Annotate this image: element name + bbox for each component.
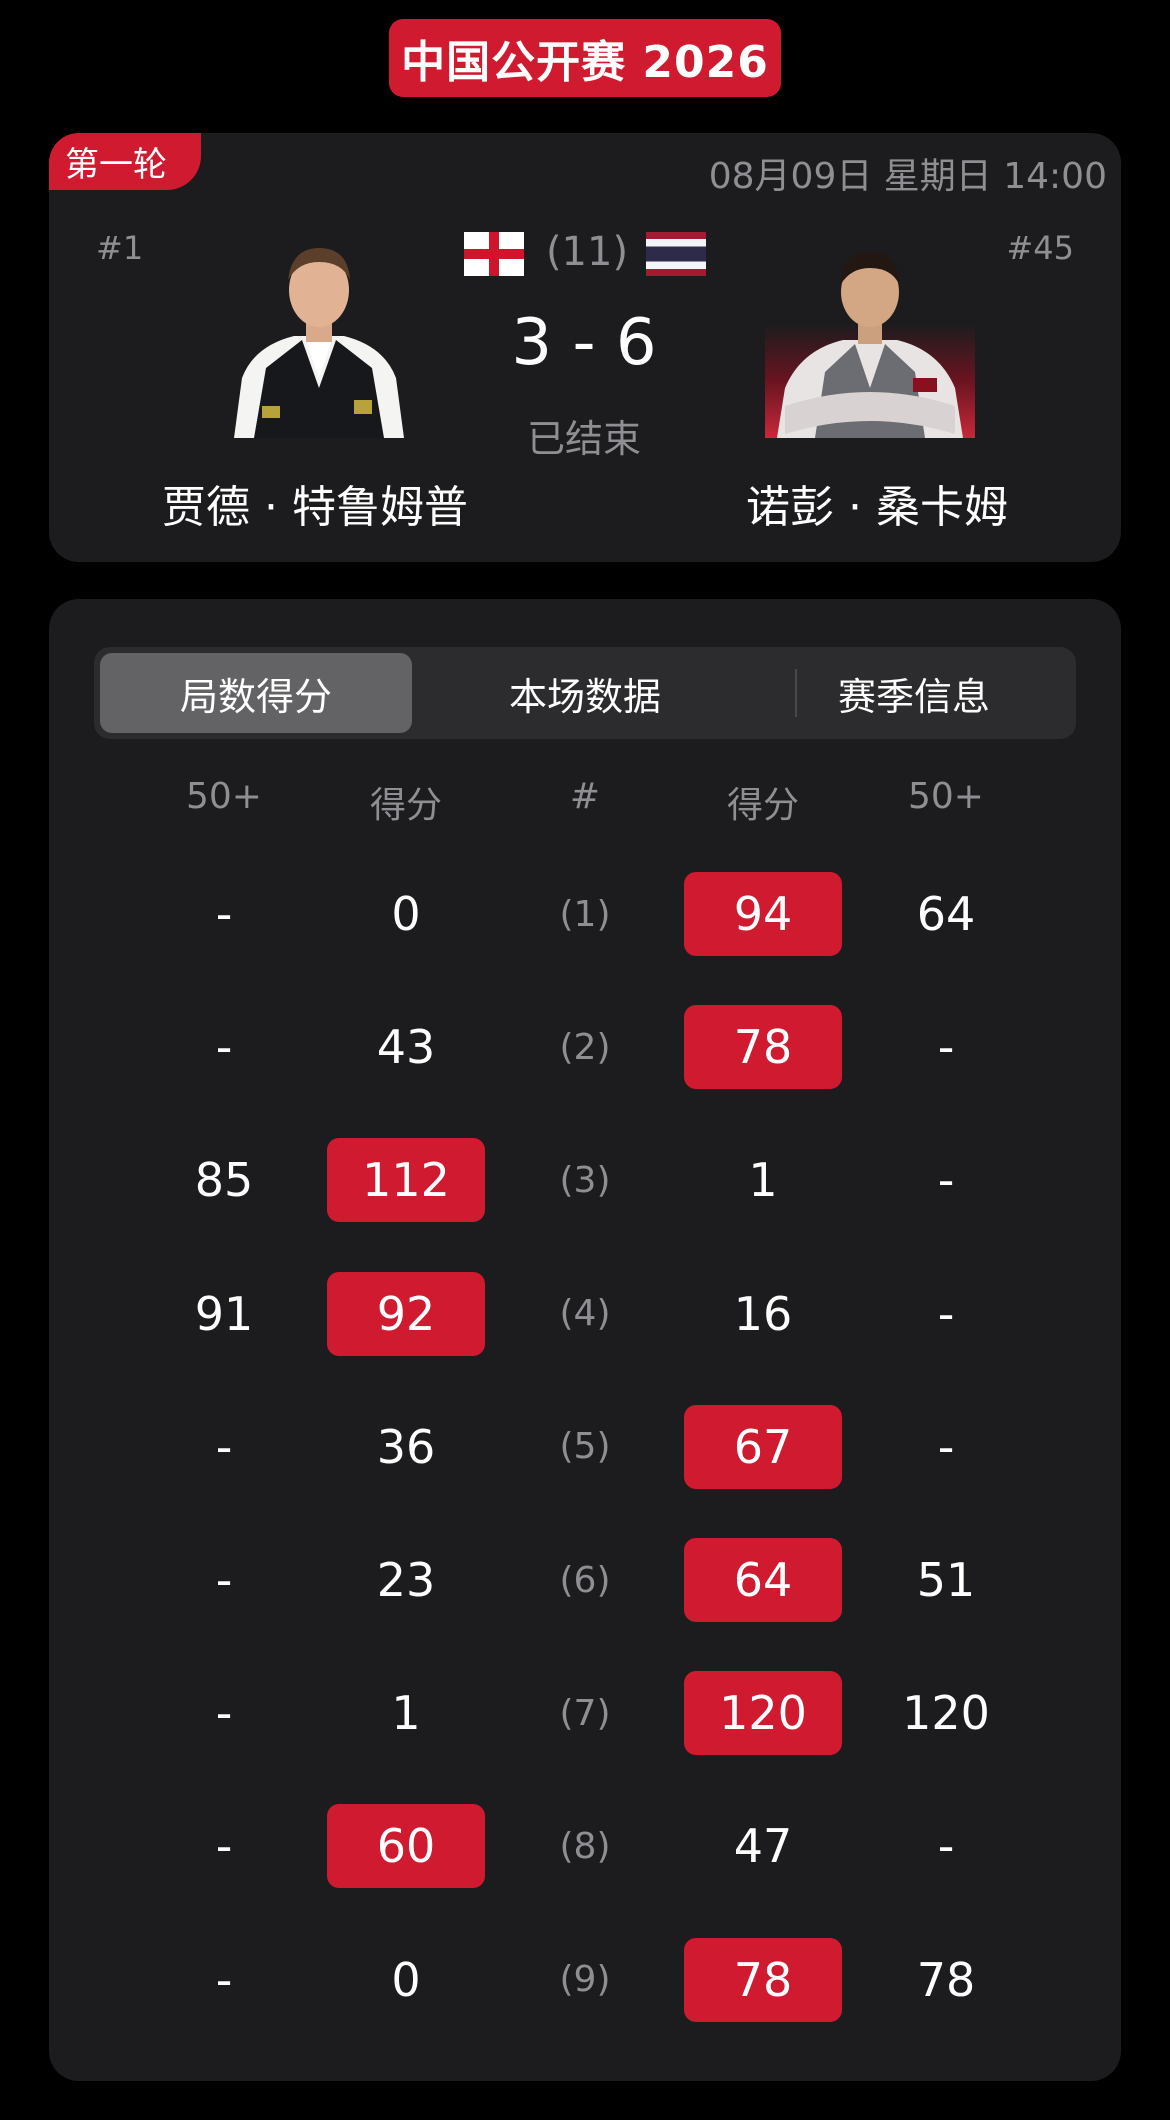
england-flag-icon — [464, 232, 524, 276]
frame-number-cell: (9) — [559, 1959, 611, 2001]
column-header-left-breaks: 50+ — [186, 776, 262, 817]
left-score-cell: 60 — [327, 1804, 485, 1889]
table-row: - 0 (9) 78 78 — [49, 1937, 1121, 2022]
tab-match-stats[interactable]: 本场数据 — [429, 653, 741, 733]
round-tag: 第一轮 — [49, 133, 201, 190]
right-score-cell: 120 — [684, 1671, 842, 1756]
left-break-cell: - — [215, 1819, 233, 1874]
right-break-cell: 78 — [916, 1952, 976, 2007]
left-score-cell: 112 — [327, 1138, 485, 1223]
right-break-cell: - — [937, 1419, 955, 1474]
left-score-cell: 0 — [391, 887, 421, 941]
left-player-avatar[interactable] — [214, 228, 424, 438]
right-score-cell: 16 — [733, 1286, 793, 1341]
left-player-rank: #1 — [96, 229, 144, 267]
right-player-avatar[interactable] — [765, 228, 975, 438]
left-score-cell: 1 — [391, 1686, 421, 1741]
right-player-name[interactable]: 诺彭 · 桑卡姆 — [667, 471, 1087, 535]
left-score-cell: 23 — [376, 1553, 436, 1607]
column-header-right-breaks: 50+ — [908, 776, 984, 817]
segmented-tabs: 局数得分 本场数据 赛季信息 — [94, 647, 1076, 739]
tab-season-info[interactable]: 赛季信息 — [758, 653, 1070, 733]
frame-scores-card: 局数得分 本场数据 赛季信息 50+ 得分 # 得分 50+ - 0 (1) 94 64… — [49, 599, 1121, 2081]
frame-number-cell: (2) — [559, 1026, 611, 1068]
match-detail-screen: 中国公开赛 2026 第一轮 08月09日 星期日 14:00 #1 #45 贾… — [0, 0, 1170, 2120]
best-of-frames: (11) — [545, 229, 629, 275]
match-datetime: 08月09日 星期日 14:00 — [708, 156, 1107, 197]
right-score-cell: 94 — [684, 872, 842, 956]
frame-number-cell: (8) — [559, 1825, 611, 1867]
right-score-cell: 78 — [684, 1937, 842, 2022]
left-score-cell: 92 — [327, 1271, 485, 1356]
frame-number-cell: (4) — [559, 1293, 611, 1335]
table-row: - 0 (1) 94 64 — [49, 872, 1121, 956]
thailand-flag-icon — [646, 232, 706, 276]
table-row: - 1 (7) 120 120 — [49, 1671, 1121, 1756]
right-break-cell: - — [937, 1819, 955, 1874]
left-score-cell: 36 — [376, 1419, 436, 1474]
frame-number-cell: (6) — [559, 1559, 611, 1601]
table-row: - 43 (2) 78 - — [49, 1005, 1121, 1090]
table-row: - 60 (8) 47 - — [49, 1804, 1121, 1889]
right-score-cell: 78 — [684, 1005, 842, 1090]
left-score-cell: 43 — [376, 1020, 436, 1075]
tournament-title: 中国公开赛 2026 — [389, 19, 781, 97]
frame-number-cell: (7) — [559, 1692, 611, 1734]
right-score-cell: 1 — [748, 1153, 778, 1208]
left-break-cell: - — [215, 1952, 233, 2007]
left-break-cell: - — [215, 1553, 233, 1607]
left-break-cell: - — [215, 1419, 233, 1474]
left-break-cell: 91 — [194, 1286, 254, 1341]
right-score-cell: 67 — [684, 1404, 842, 1489]
match-summary-card[interactable]: 第一轮 08月09日 星期日 14:00 #1 #45 贾德 · 特鲁姆普 诺彭… — [49, 133, 1121, 562]
right-break-cell: 51 — [916, 1553, 976, 1607]
frame-number-cell: (5) — [559, 1426, 611, 1468]
right-score-cell: 47 — [733, 1819, 793, 1874]
table-row: - 23 (6) 64 51 — [49, 1538, 1121, 1622]
match-status: 已结束 — [526, 417, 641, 461]
left-player-name[interactable]: 贾德 · 特鲁姆普 — [105, 471, 525, 535]
column-header-right-score: 得分 — [726, 785, 799, 826]
table-row: - 36 (5) 67 - — [49, 1404, 1121, 1489]
left-break-cell: - — [215, 1686, 233, 1741]
left-score-cell: 0 — [391, 1952, 421, 2007]
left-break-cell: - — [215, 1020, 233, 1075]
frame-number-cell: (1) — [559, 893, 611, 935]
left-break-cell: 85 — [194, 1153, 254, 1208]
column-header-frame: # — [569, 776, 601, 817]
left-break-cell: - — [215, 887, 233, 941]
right-break-cell: 64 — [916, 887, 976, 941]
right-break-cell: - — [937, 1020, 955, 1075]
right-break-cell: - — [937, 1153, 955, 1208]
table-row: 91 92 (4) 16 - — [49, 1271, 1121, 1356]
right-break-cell: 120 — [902, 1686, 990, 1741]
frame-number-cell: (3) — [559, 1159, 611, 1201]
match-score: 3 - 6 — [511, 306, 657, 380]
right-player-rank: #45 — [1006, 229, 1074, 267]
column-header-left-score: 得分 — [369, 785, 442, 826]
right-break-cell: - — [937, 1286, 955, 1341]
table-row: 85 112 (3) 1 - — [49, 1138, 1121, 1223]
right-score-cell: 64 — [684, 1538, 842, 1622]
tab-frame-scores[interactable]: 局数得分 — [100, 653, 412, 733]
